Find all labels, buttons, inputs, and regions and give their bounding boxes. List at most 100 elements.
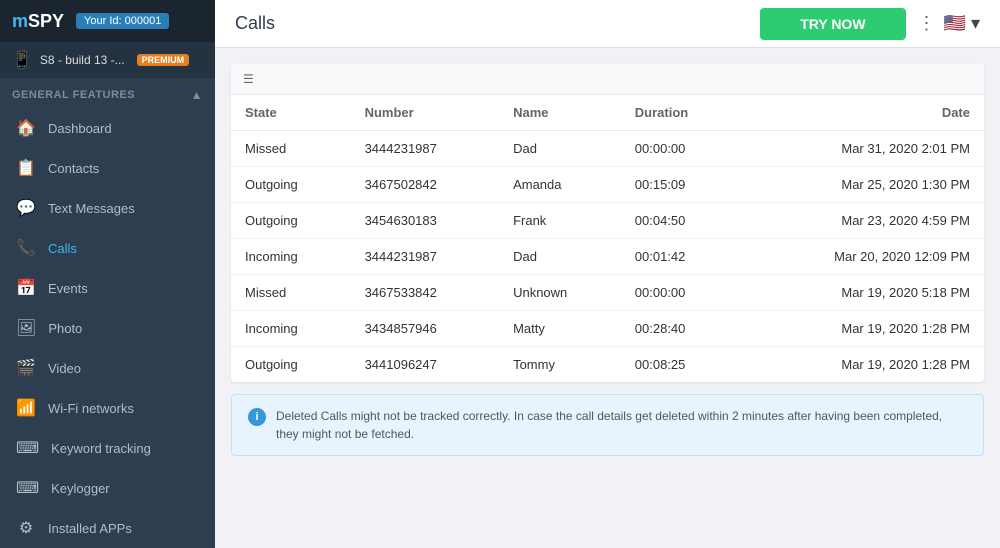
cell-duration: 00:28:40 bbox=[621, 311, 742, 347]
cell-name: Dad bbox=[499, 239, 621, 275]
video-icon: 🎬 bbox=[16, 358, 36, 378]
cell-number: 3454630183 bbox=[351, 203, 500, 239]
content-area: ☰ State Number Name Duration Date Missed… bbox=[215, 48, 1000, 548]
sidebar: mSPY Your Id: 000001 📱 S8 - build 13 -..… bbox=[0, 0, 215, 548]
cell-name: Tommy bbox=[499, 347, 621, 383]
cell-date: Mar 23, 2020 4:59 PM bbox=[741, 203, 984, 239]
events-icon: 📅 bbox=[16, 278, 36, 298]
sidebar-item-label: Events bbox=[48, 281, 88, 296]
contacts-icon: 📋 bbox=[16, 158, 36, 178]
wifi-networks-icon: 📶 bbox=[16, 398, 36, 418]
cell-number: 3444231987 bbox=[351, 239, 500, 275]
device-row[interactable]: 📱 S8 - build 13 -... PREMIUM bbox=[0, 42, 215, 78]
info-box: i Deleted Calls might not be tracked cor… bbox=[231, 394, 984, 456]
cell-name: Dad bbox=[499, 131, 621, 167]
table-row: Outgoing 3454630183 Frank 00:04:50 Mar 2… bbox=[231, 203, 984, 239]
sidebar-item-text-messages[interactable]: 💬 Text Messages bbox=[0, 188, 215, 228]
sidebar-item-label: Photo bbox=[48, 321, 82, 336]
more-options-icon[interactable]: ⋮ bbox=[918, 13, 936, 34]
col-duration: Duration bbox=[621, 95, 742, 131]
sidebar-item-label: Wi-Fi networks bbox=[48, 401, 134, 416]
sidebar-item-label: Contacts bbox=[48, 161, 99, 176]
cell-duration: 00:08:25 bbox=[621, 347, 742, 383]
device-label: S8 - build 13 -... bbox=[40, 53, 125, 67]
dashboard-icon: 🏠 bbox=[16, 118, 36, 138]
sidebar-item-keyword-tracking[interactable]: ⌨ Keyword tracking bbox=[0, 428, 215, 468]
top-bar-actions: ⋮ 🇺🇸 ▾ bbox=[918, 13, 980, 34]
table-row: Missed 3467533842 Unknown 00:00:00 Mar 1… bbox=[231, 275, 984, 311]
cell-state: Outgoing bbox=[231, 167, 351, 203]
cell-name: Unknown bbox=[499, 275, 621, 311]
sidebar-header: mSPY Your Id: 000001 bbox=[0, 0, 215, 42]
cell-number: 3467502842 bbox=[351, 167, 500, 203]
premium-badge: PREMIUM bbox=[137, 54, 190, 66]
cell-name: Frank bbox=[499, 203, 621, 239]
table-header-row: State Number Name Duration Date bbox=[231, 95, 984, 131]
table-row: Incoming 3434857946 Matty 00:28:40 Mar 1… bbox=[231, 311, 984, 347]
text-messages-icon: 💬 bbox=[16, 198, 36, 218]
sidebar-item-label: Calls bbox=[48, 241, 77, 256]
cell-duration: 00:01:42 bbox=[621, 239, 742, 275]
sidebar-item-label: Text Messages bbox=[48, 201, 135, 216]
cell-number: 3434857946 bbox=[351, 311, 500, 347]
cell-duration: 00:15:09 bbox=[621, 167, 742, 203]
android-icon: 📱 bbox=[12, 50, 32, 70]
try-now-button[interactable]: TRY NOW bbox=[760, 8, 905, 40]
language-selector[interactable]: 🇺🇸 ▾ bbox=[944, 13, 980, 34]
page-title: Calls bbox=[235, 13, 748, 34]
sidebar-item-installed-apps[interactable]: ⚙ Installed APPs bbox=[0, 508, 215, 548]
sidebar-item-dashboard[interactable]: 🏠 Dashboard bbox=[0, 108, 215, 148]
sidebar-item-label: Installed APPs bbox=[48, 521, 132, 536]
sidebar-item-contacts[interactable]: 📋 Contacts bbox=[0, 148, 215, 188]
cell-date: Mar 25, 2020 1:30 PM bbox=[741, 167, 984, 203]
cell-name: Matty bbox=[499, 311, 621, 347]
cell-duration: 00:00:00 bbox=[621, 275, 742, 311]
sidebar-item-label: Dashboard bbox=[48, 121, 112, 136]
sidebar-item-wifi-networks[interactable]: 📶 Wi-Fi networks bbox=[0, 388, 215, 428]
installed-apps-icon: ⚙ bbox=[16, 518, 36, 538]
cell-duration: 00:04:50 bbox=[621, 203, 742, 239]
calls-table: State Number Name Duration Date Missed 3… bbox=[231, 95, 984, 382]
main-content: Calls TRY NOW ⋮ 🇺🇸 ▾ ☰ State Number Name… bbox=[215, 0, 1000, 548]
cell-name: Amanda bbox=[499, 167, 621, 203]
info-message: Deleted Calls might not be tracked corre… bbox=[276, 407, 967, 443]
sidebar-item-calls[interactable]: 📞 Calls bbox=[0, 228, 215, 268]
table-row: Incoming 3444231987 Dad 00:01:42 Mar 20,… bbox=[231, 239, 984, 275]
general-features-header: GENERAL FEATURES ▲ bbox=[0, 78, 215, 108]
info-icon: i bbox=[248, 408, 266, 426]
sidebar-item-video[interactable]: 🎬 Video bbox=[0, 348, 215, 388]
cell-state: Missed bbox=[231, 131, 351, 167]
col-state: State bbox=[231, 95, 351, 131]
sidebar-item-label: Keylogger bbox=[51, 481, 110, 496]
cell-state: Incoming bbox=[231, 311, 351, 347]
table-row: Outgoing 3441096247 Tommy 00:08:25 Mar 1… bbox=[231, 347, 984, 383]
photo-icon: 🖼 bbox=[16, 318, 36, 338]
table-subheader: ☰ bbox=[231, 64, 984, 95]
col-name: Name bbox=[499, 95, 621, 131]
cell-state: Missed bbox=[231, 275, 351, 311]
cell-state: Outgoing bbox=[231, 347, 351, 383]
table-row: Outgoing 3467502842 Amanda 00:15:09 Mar … bbox=[231, 167, 984, 203]
sidebar-item-label: Keyword tracking bbox=[51, 441, 151, 456]
cell-duration: 00:00:00 bbox=[621, 131, 742, 167]
sidebar-item-keylogger[interactable]: ⌨ Keylogger bbox=[0, 468, 215, 508]
calls-table-card: ☰ State Number Name Duration Date Missed… bbox=[231, 64, 984, 382]
table-row: Missed 3444231987 Dad 00:00:00 Mar 31, 2… bbox=[231, 131, 984, 167]
cell-number: 3441096247 bbox=[351, 347, 500, 383]
chevron-up-icon: ▲ bbox=[191, 88, 203, 102]
sidebar-item-label: Video bbox=[48, 361, 81, 376]
cell-state: Incoming bbox=[231, 239, 351, 275]
sidebar-item-events[interactable]: 📅 Events bbox=[0, 268, 215, 308]
cell-date: Mar 19, 2020 1:28 PM bbox=[741, 311, 984, 347]
cell-date: Mar 19, 2020 5:18 PM bbox=[741, 275, 984, 311]
keylogger-icon: ⌨ bbox=[16, 478, 39, 498]
cell-number: 3444231987 bbox=[351, 131, 500, 167]
calls-icon: 📞 bbox=[16, 238, 36, 258]
top-bar: Calls TRY NOW ⋮ 🇺🇸 ▾ bbox=[215, 0, 1000, 48]
logo: mSPY bbox=[12, 11, 64, 32]
keyword-tracking-icon: ⌨ bbox=[16, 438, 39, 458]
sidebar-item-photo[interactable]: 🖼 Photo bbox=[0, 308, 215, 348]
col-date: Date bbox=[741, 95, 984, 131]
user-id-badge: Your Id: 000001 bbox=[76, 13, 169, 29]
cell-state: Outgoing bbox=[231, 203, 351, 239]
